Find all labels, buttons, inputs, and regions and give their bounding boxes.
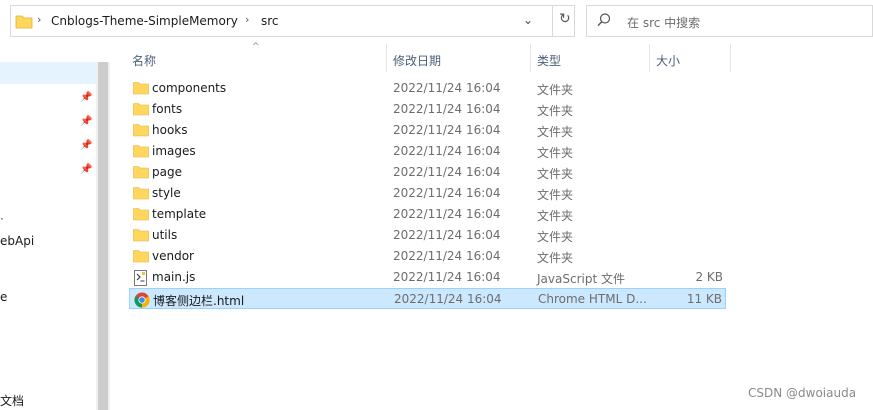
- file-date: 2022/11/24 16:04: [394, 292, 502, 306]
- folder-icon: [133, 249, 149, 263]
- file-row[interactable]: style 2022/11/24 16:04 文件夹: [129, 183, 726, 204]
- column-divider[interactable]: [649, 44, 650, 72]
- file-name: main.js: [152, 270, 196, 284]
- file-date: 2022/11/24 16:04: [393, 249, 501, 263]
- breadcrumb-parent[interactable]: Cnblogs-Theme-SimpleMemory: [51, 14, 238, 28]
- file-date: 2022/11/24 16:04: [393, 228, 501, 242]
- file-name: fonts: [152, 102, 183, 116]
- file-row[interactable]: images 2022/11/24 16:04 文件夹: [129, 141, 726, 162]
- folder-icon: [133, 144, 149, 158]
- file-row[interactable]: components 2022/11/24 16:04 文件夹: [129, 78, 726, 99]
- column-date[interactable]: 修改日期: [393, 52, 441, 69]
- file-size: 2 KB: [695, 270, 723, 284]
- file-type: JavaScript 文件: [537, 272, 625, 286]
- search-icon: [596, 12, 612, 31]
- file-type: 文件夹: [537, 146, 574, 160]
- file-row[interactable]: template 2022/11/24 16:04 文件夹: [129, 204, 726, 225]
- folder-icon: [133, 165, 149, 179]
- file-date: 2022/11/24 16:04: [393, 81, 501, 95]
- column-divider[interactable]: [386, 44, 387, 72]
- file-row[interactable]: vendor 2022/11/24 16:04 文件夹: [129, 246, 726, 267]
- file-type: 文件夹: [537, 104, 574, 118]
- nav-selected-item[interactable]: [0, 62, 96, 84]
- file-date: 2022/11/24 16:04: [393, 144, 501, 158]
- file-type: 文件夹: [537, 209, 574, 223]
- folder-icon: [133, 186, 149, 200]
- scrollbar-thumb[interactable]: [98, 62, 108, 410]
- file-date: 2022/11/24 16:04: [393, 123, 501, 137]
- pin-icon: 📌: [80, 164, 93, 175]
- file-row-selected[interactable]: 博客侧边栏.html 2022/11/24 16:04 Chrome HTML …: [129, 288, 726, 309]
- file-name: style: [152, 186, 181, 200]
- file-type: 文件夹: [537, 188, 574, 202]
- column-name[interactable]: 名称: [132, 52, 156, 69]
- address-bar[interactable]: › Cnblogs-Theme-SimpleMemory › src ⌄ ↻: [10, 5, 575, 37]
- pin-icon: 📌: [80, 140, 93, 151]
- file-type: 文件夹: [537, 167, 574, 181]
- folder-icon: [133, 123, 149, 137]
- file-row[interactable]: fonts 2022/11/24 16:04 文件夹: [129, 99, 726, 120]
- divider: [552, 6, 553, 36]
- nav-item-webapi[interactable]: ebApi: [0, 234, 34, 248]
- column-header: 名称 修改日期 类型 大小: [127, 44, 732, 72]
- folder-icon: [133, 81, 149, 95]
- file-name: 博客侧边栏.html: [153, 294, 245, 308]
- file-date: 2022/11/24 16:04: [393, 207, 501, 221]
- chevron-right-icon[interactable]: ›: [245, 13, 249, 26]
- watermark: CSDN @dwoiauda: [748, 386, 857, 400]
- chrome-html-icon: [134, 292, 150, 308]
- file-date: 2022/11/24 16:04: [393, 270, 501, 284]
- navigation-pane: 📌 📌 📌 📌 · ebApi e 文档: [0, 44, 96, 410]
- file-type: 文件夹: [537, 230, 574, 244]
- file-name: hooks: [152, 123, 188, 137]
- chevron-down-icon[interactable]: ⌄: [523, 13, 533, 27]
- column-type[interactable]: 类型: [537, 52, 561, 69]
- column-divider[interactable]: [530, 44, 531, 72]
- folder-icon: [133, 102, 149, 116]
- file-row[interactable]: page 2022/11/24 16:04 文件夹: [129, 162, 726, 183]
- file-type: 文件夹: [537, 251, 574, 265]
- file-row[interactable]: utils 2022/11/24 16:04 文件夹: [129, 225, 726, 246]
- pin-icon: 📌: [80, 116, 93, 127]
- folder-icon: [133, 228, 149, 242]
- folder-icon: [133, 207, 149, 221]
- file-name: template: [152, 207, 207, 221]
- file-type: 文件夹: [537, 83, 574, 97]
- file-name: images: [152, 144, 196, 158]
- nav-item-partial[interactable]: e: [0, 290, 7, 304]
- file-name: vendor: [152, 249, 194, 263]
- search-placeholder: 在 src 中搜索: [627, 16, 701, 30]
- file-type: Chrome HTML D...: [538, 292, 647, 306]
- file-row[interactable]: hooks 2022/11/24 16:04 文件夹: [129, 120, 726, 141]
- column-size[interactable]: 大小: [656, 52, 680, 69]
- column-divider[interactable]: [730, 44, 731, 72]
- js-file-icon: [133, 270, 149, 286]
- file-date: 2022/11/24 16:04: [393, 102, 501, 116]
- folder-icon: [15, 13, 33, 32]
- file-type: 文件夹: [537, 125, 574, 139]
- nav-item-documents[interactable]: 文档: [0, 392, 24, 409]
- breadcrumb-current[interactable]: src: [261, 14, 279, 28]
- file-date: 2022/11/24 16:04: [393, 186, 501, 200]
- file-date: 2022/11/24 16:04: [393, 165, 501, 179]
- refresh-icon[interactable]: ↻: [559, 11, 571, 27]
- file-name: components: [152, 81, 227, 95]
- nav-bullet: ·: [0, 212, 4, 226]
- pin-icon: 📌: [80, 92, 93, 103]
- file-name: utils: [152, 228, 178, 242]
- file-row[interactable]: main.js 2022/11/24 16:04 JavaScript 文件 2…: [129, 267, 726, 288]
- file-size: 11 KB: [686, 292, 722, 306]
- file-name: page: [152, 165, 182, 179]
- search-box[interactable]: 在 src 中搜索: [586, 5, 873, 37]
- nav-scrollbar[interactable]: [96, 62, 110, 410]
- chevron-right-icon[interactable]: ›: [37, 13, 41, 26]
